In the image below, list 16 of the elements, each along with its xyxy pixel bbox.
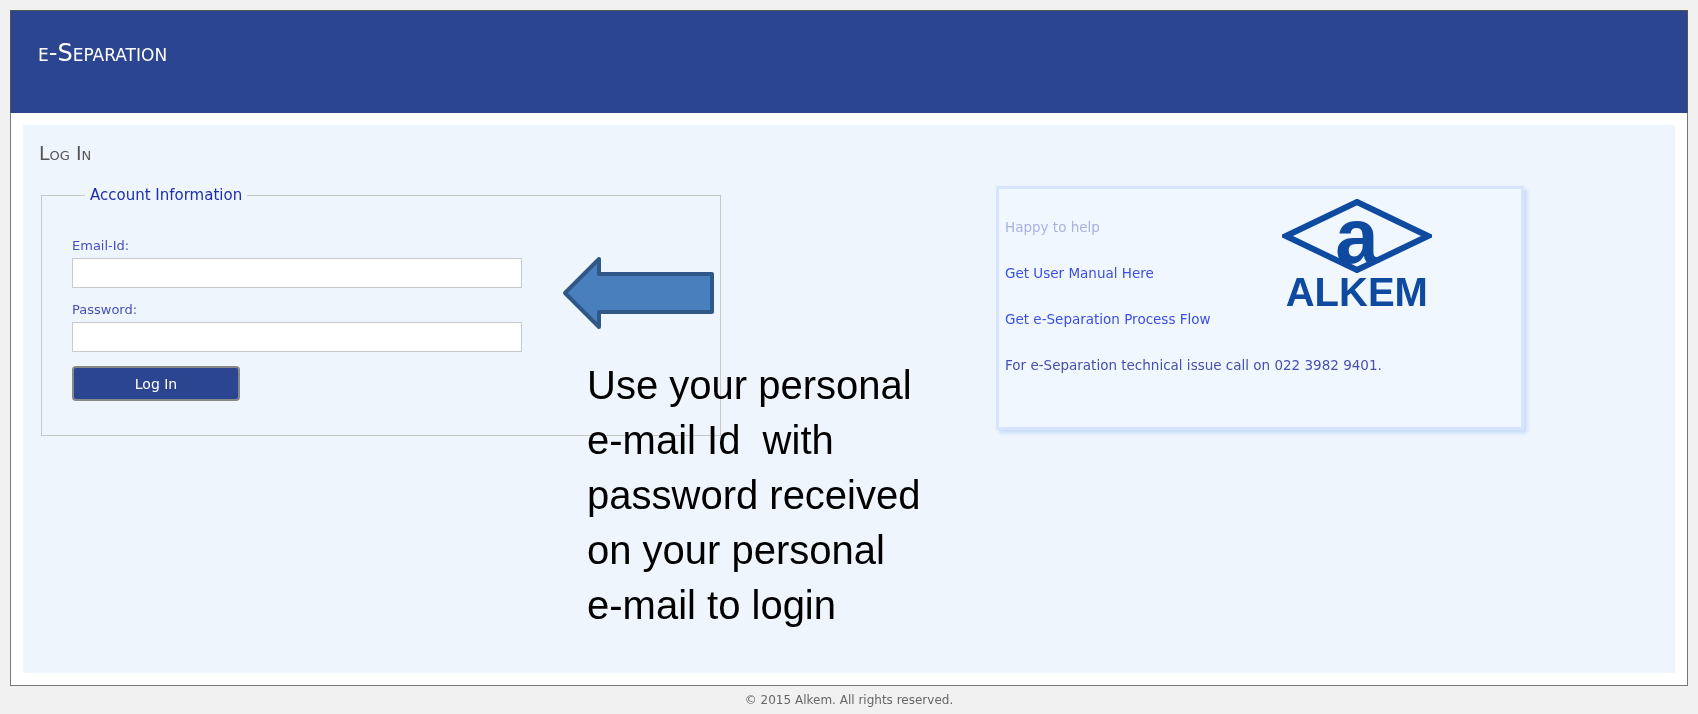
help-link[interactable]: Get User Manual Here — [1005, 265, 1154, 281]
page-title: Log In — [39, 142, 93, 164]
email-field[interactable] — [72, 258, 522, 288]
copyright-text: © 2015 Alkem. All rights reserved. — [744, 693, 954, 707]
logo-text: ALKEM — [1285, 273, 1428, 311]
left-arrow-icon — [562, 256, 716, 330]
help-heading: Happy to help — [1005, 219, 1100, 235]
annotation-text: Use your personal e-mail Id with password received on your personal e-mail to login — [587, 362, 921, 629]
support-note: For e-Separation technical issue call on 022 3982 9401. — [1005, 357, 1382, 373]
help-link[interactable]: Get e-Separation Process Flow — [1005, 311, 1211, 327]
password-field[interactable] — [72, 322, 522, 352]
fieldset-legend: Account Information — [85, 186, 248, 204]
site-title: e-Separation — [38, 39, 168, 67]
field-label: Password: — [72, 302, 139, 317]
login-button[interactable]: Log In — [72, 366, 240, 401]
field-label: Email-Id: — [72, 238, 131, 253]
